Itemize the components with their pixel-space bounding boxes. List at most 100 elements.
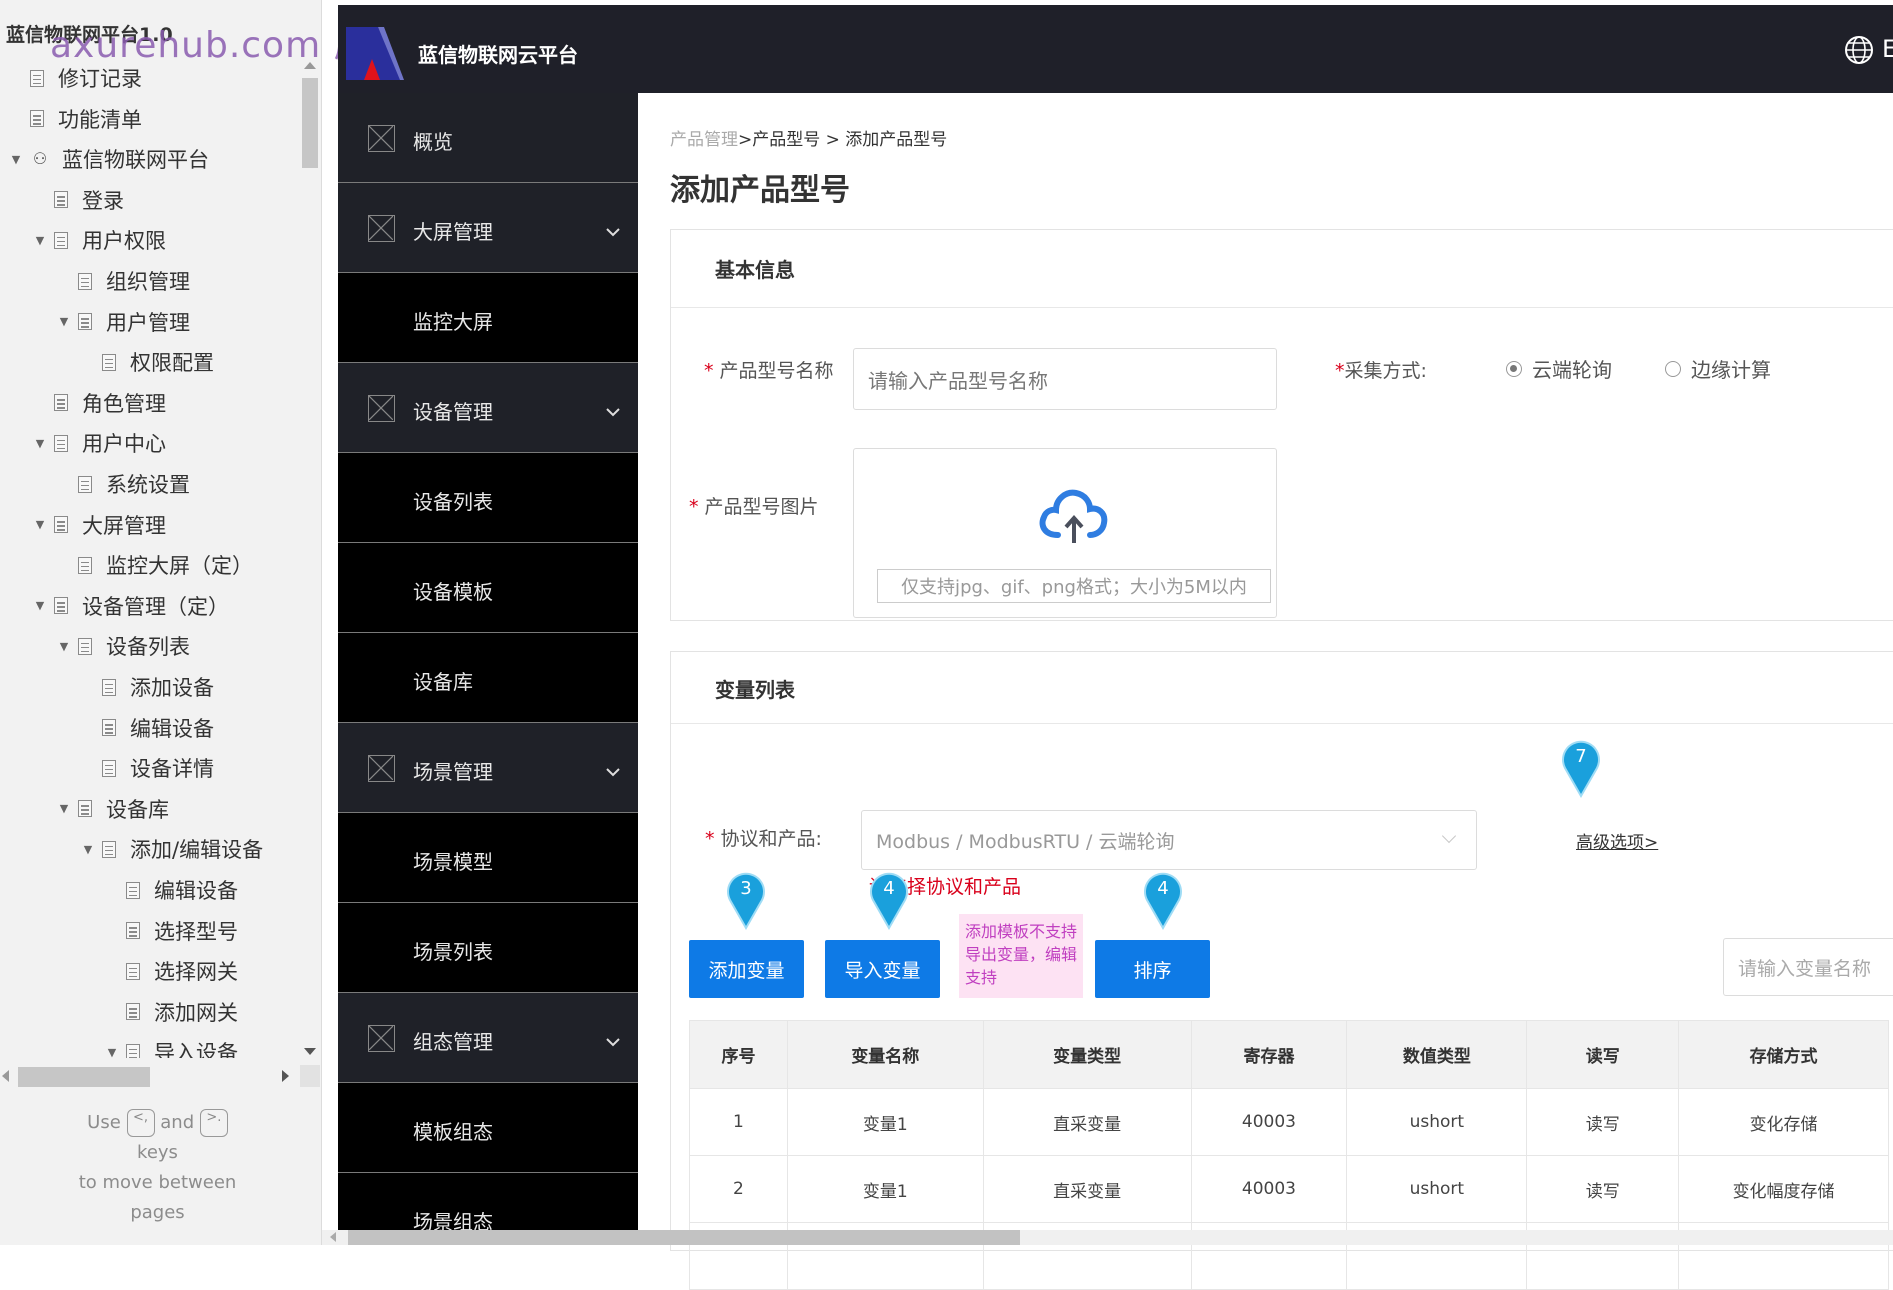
tree-item[interactable]: 角色管理 [32,383,166,423]
scrollbar-thumb[interactable] [18,1067,150,1087]
scroll-left-arrow-icon[interactable] [2,1070,9,1082]
chevron-down-icon[interactable] [606,1032,620,1047]
tree-item[interactable]: 设备详情 [80,748,214,788]
tree-item[interactable]: ▼ 添加/编辑设备 [80,829,263,869]
tree-item[interactable]: ▼ 用户中心 [32,423,166,463]
tree-item[interactable]: 编辑设备 [80,708,214,748]
tree-item[interactable]: 选择型号 [104,911,238,951]
tree-item[interactable]: 功能清单 [8,99,142,139]
advanced-options-link[interactable]: 高级选项> [1576,828,1658,853]
tree-item[interactable]: 修订记录 [8,58,142,98]
expand-arrow-icon[interactable]: ▼ [32,599,48,612]
nav-item[interactable]: 模板组态 [338,1083,638,1173]
scrollbar-thumb[interactable] [302,78,318,168]
tree-item[interactable]: 编辑设备 [104,870,238,910]
breadcrumb: 产品管理>产品型号 > 添加产品型号 [670,125,947,150]
nav-group[interactable]: 组态管理 [338,993,638,1083]
tree-item[interactable]: ▼ 设备库 [56,789,169,829]
tree-item[interactable]: 添加设备 [80,667,214,707]
expand-arrow-icon[interactable]: ▼ [80,843,96,856]
tree-item[interactable]: 选择网关 [104,951,238,991]
table-row[interactable]: 1 变量1 直采变量 40003 ushort 读写 变化存储 [689,1088,1889,1156]
nav-item[interactable]: 设备库 [338,633,638,723]
column-header[interactable]: 数值类型 [1346,1020,1528,1089]
column-header[interactable]: 序号 [689,1020,788,1089]
nav-group[interactable]: 大屏管理 [338,183,638,273]
nav-item[interactable]: 设备列表 [338,453,638,543]
column-header[interactable]: 变量类型 [982,1020,1192,1089]
tree-item[interactable]: ▼ ⚇ 蓝信物联网平台 [8,139,209,179]
expand-arrow-icon[interactable]: ▼ [32,437,48,450]
breadcrumb-product-management[interactable]: 产品管理 [670,130,738,150]
add-variable-button[interactable]: 添加变量 [689,940,804,998]
import-variable-button[interactable]: 导入变量 [825,940,940,998]
tree-item[interactable]: ▼ 用户管理 [56,302,190,342]
tree-item[interactable]: ▼ 设备管理（定） [32,586,229,626]
column-header[interactable]: 变量名称 [786,1020,984,1089]
radio-edge-computing[interactable]: 边缘计算 [1665,354,1771,383]
protocol-select[interactable]: Modbus / ModbusRTU / 云端轮询 [861,810,1477,870]
tree-item[interactable]: 权限配置 [80,342,214,382]
nav-group[interactable]: 概览 [338,93,638,183]
nav-label: 场景管理 [413,760,493,784]
expand-arrow-icon[interactable]: ▼ [56,640,72,653]
sort-button[interactable]: 排序 [1095,940,1210,998]
expand-arrow-icon[interactable]: ▼ [56,315,72,328]
radio-selected-icon[interactable] [1506,360,1522,377]
expand-arrow-icon[interactable]: ▼ [56,802,72,815]
tree-item[interactable]: 添加网关 [104,992,238,1032]
image-upload-area[interactable]: 仅支持jpg、gif、png格式；大小为5M以内 [853,448,1277,618]
chevron-down-icon[interactable] [606,762,620,777]
tree-item[interactable]: ▼ 大屏管理 [32,505,166,545]
expand-arrow-icon[interactable]: ▼ [32,518,48,531]
variable-table: 序号 变量名称 变量类型 寄存器 数值类型 读写 存储方式 1 变量1 直采变量 40003 ush… [689,1020,1889,1290]
table-cell: 直采变量 [982,1088,1192,1156]
table-cell: 直采变量 [982,1155,1192,1223]
nav-item[interactable]: 场景组态 [338,1173,638,1230]
tree-item[interactable]: 系统设置 [56,464,190,504]
nav-group[interactable]: 场景管理 [338,723,638,813]
scroll-down-arrow-icon[interactable] [304,1048,316,1055]
globe-icon[interactable] [1844,35,1874,65]
tree-item[interactable]: ▼ 用户权限 [32,220,166,260]
nav-item[interactable]: 监控大屏 [338,273,638,363]
keyboard-hint: Use <, and >. keys to move between pages [0,1108,315,1228]
table-row[interactable]: 2 变量1 直采变量 40003 ushort 读写 变化幅度存储 [689,1155,1889,1223]
tree-item[interactable]: ▼ 导入设备 [104,1032,238,1058]
image-placeholder-icon [368,394,395,422]
nav-label: 设备模板 [413,580,493,604]
nav-item[interactable]: 场景列表 [338,903,638,993]
column-header[interactable]: 存储方式 [1678,1020,1889,1089]
language-label[interactable]: E [1882,35,1893,63]
vertical-scrollbar[interactable] [300,58,320,1058]
nav-item[interactable]: 设备模板 [338,543,638,633]
scrollbar-thumb[interactable] [348,1230,1020,1245]
chevron-down-icon[interactable] [1441,828,1457,844]
expand-arrow-icon[interactable]: ▼ [104,1046,120,1058]
horizontal-scrollbar[interactable] [0,1065,300,1087]
expand-arrow-icon[interactable]: ▼ [32,234,48,247]
tree-item[interactable]: 监控大屏（定） [56,545,253,585]
chevron-down-icon[interactable] [606,222,620,237]
tree-item[interactable]: ▼ 设备列表 [56,626,190,666]
radio-cloud-polling[interactable]: 云端轮询 [1506,354,1612,383]
product-name-input[interactable]: 请输入产品型号名称 [853,348,1277,410]
column-header[interactable]: 寄存器 [1190,1020,1348,1089]
radio-unselected-icon[interactable] [1665,360,1681,377]
scroll-right-arrow-icon[interactable] [282,1070,289,1082]
tree-item[interactable]: 登录 [32,180,124,220]
horizontal-scrollbar[interactable] [322,1230,1893,1245]
protocol-label: * 协议和产品: [705,824,822,851]
nav-group[interactable]: 设备管理 [338,363,638,453]
scroll-left-arrow-icon[interactable] [330,1232,336,1242]
expand-arrow-icon[interactable]: ▼ [8,153,24,166]
tree-item-label: 权限配置 [130,351,214,376]
tree-item-label: 添加网关 [154,1000,238,1025]
nav-item[interactable]: 场景模型 [338,813,638,903]
scroll-up-arrow-icon[interactable] [304,62,316,69]
column-header[interactable]: 读写 [1526,1020,1680,1089]
required-mark: * [1335,360,1345,382]
variable-search-input[interactable]: 请输入变量名称 [1723,938,1893,996]
tree-item[interactable]: 组织管理 [56,261,190,301]
chevron-down-icon[interactable] [606,402,620,417]
